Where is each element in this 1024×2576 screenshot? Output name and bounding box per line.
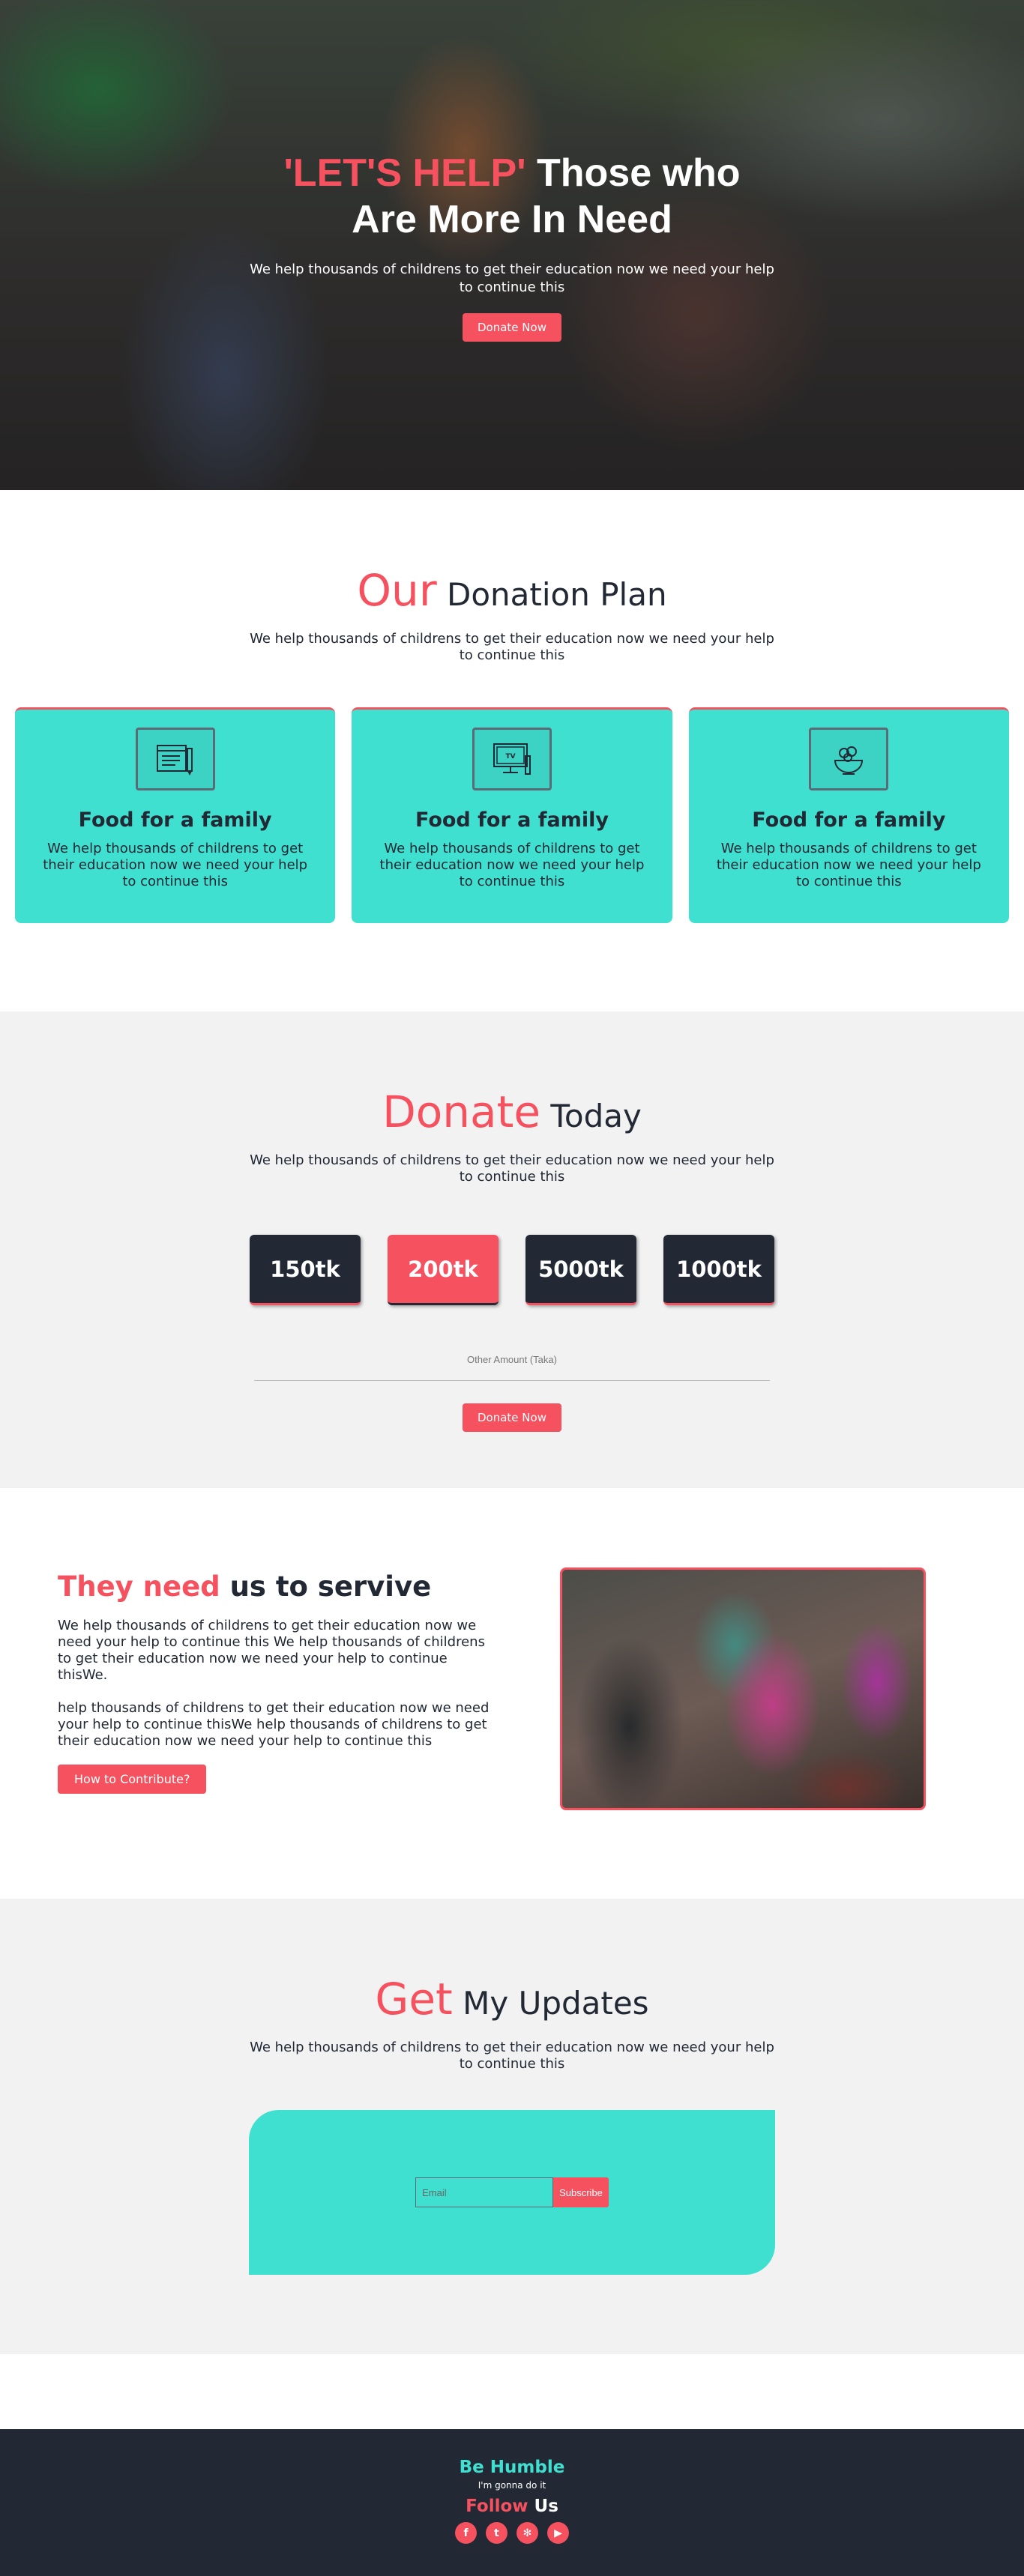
survive-title: They need us to servive [58, 1570, 500, 1603]
plan-card[interactable]: Food for a family We help thousands of c… [688, 707, 1009, 923]
card-text: We help thousands of childrens to get th… [43, 841, 308, 889]
section-title-accent: Our [357, 565, 437, 616]
amount-option[interactable]: 1000tk [663, 1235, 774, 1305]
plan-cards: Food for a family We help thousands of c… [0, 707, 1024, 923]
card-title: Food for a family [415, 808, 609, 832]
section-title-accent: Donate [382, 1086, 541, 1137]
other-amount-label: Other Amount (Taka) [467, 1354, 557, 1365]
email-field[interactable] [415, 2177, 554, 2207]
section-subtitle: We help thousands of childrens to get th… [250, 2040, 774, 2072]
other-amount-input[interactable] [254, 1369, 770, 1381]
section-title-rest: My Updates [452, 1985, 649, 2022]
spacer [0, 2354, 1024, 2429]
plan-card[interactable]: Food for a family We help thousands of c… [15, 707, 336, 923]
hero-title-accent: 'LET'S HELP' [283, 151, 526, 195]
footer: Be Humble I'm gonna do it Follow Us f t … [0, 2429, 1024, 2576]
yelp-icon[interactable]: ✻ [516, 2522, 538, 2544]
donate-today-section: Donate Today We help thousands of childr… [0, 1012, 1024, 1488]
card-text: We help thousands of childrens to get th… [379, 841, 645, 889]
follow-rest: Us [528, 2497, 558, 2516]
section-title-rest: Today [540, 1098, 642, 1134]
hero-title: 'LET'S HELP' Those who Are More In Need [0, 150, 1024, 243]
amount-option[interactable]: 150tk [250, 1235, 361, 1305]
section-subtitle: We help thousands of childrens to get th… [250, 631, 774, 663]
survive-paragraph: help thousands of childrens to get their… [58, 1700, 490, 1749]
survive-title-accent: They need [58, 1570, 220, 1603]
how-to-contribute-button[interactable]: How to Contribute? [58, 1765, 207, 1794]
section-title: Get My Updates [0, 1974, 1024, 2025]
plan-card[interactable]: TV Food for a family We help thousands o… [352, 707, 672, 923]
survive-section: They need us to servive We help thousand… [0, 1488, 1024, 1899]
hero-content: 'LET'S HELP' Those who Are More In Need … [0, 150, 1024, 342]
donate-now-button[interactable]: Donate Now [463, 1403, 561, 1432]
hero-title-rest: Those who [525, 151, 741, 195]
youtube-icon[interactable]: ▶ [547, 2522, 569, 2544]
tv-icon-label: TV [505, 753, 515, 761]
card-text: We help thousands of childrens to get th… [716, 841, 981, 889]
footer-follow-heading: Follow Us [0, 2497, 1024, 2516]
people-photo [560, 1567, 926, 1810]
tv-icon: TV [472, 728, 552, 790]
amount-option[interactable]: 5000tk [525, 1235, 636, 1305]
social-links: f t ✻ ▶ [0, 2522, 1024, 2544]
document-pencil-icon [135, 728, 215, 790]
section-title: Our Donation Plan [0, 565, 1024, 616]
section-title: Donate Today [0, 1086, 1024, 1137]
hero-section: 'LET'S HELP' Those who Are More In Need … [0, 0, 1024, 490]
amount-option-selected[interactable]: 200tk [388, 1235, 499, 1305]
footer-tagline: I'm gonna do it [478, 2480, 546, 2491]
section-title-accent: Get [375, 1974, 453, 2025]
updates-section: Get My Updates We help thousands of chil… [0, 1899, 1024, 2354]
survive-paragraph: We help thousands of childrens to get th… [58, 1618, 485, 1683]
card-title: Food for a family [752, 808, 946, 832]
hero-subtitle: We help thousands of childrens to get th… [250, 261, 774, 295]
follow-accent: Follow [466, 2497, 528, 2516]
other-amount-group: Other Amount (Taka) [254, 1352, 770, 1381]
facebook-icon[interactable]: f [455, 2522, 477, 2544]
twitter-icon[interactable]: t [486, 2522, 508, 2544]
footer-brand: Be Humble [459, 2458, 565, 2477]
amount-options: 150tk 200tk 5000tk 1000tk [0, 1235, 1024, 1305]
food-bowl-icon [809, 728, 889, 790]
section-subtitle: We help thousands of childrens to get th… [250, 1152, 774, 1185]
subscribe-box: Subscribe [249, 2110, 775, 2275]
survive-text: They need us to servive We help thousand… [58, 1570, 500, 1794]
survive-title-rest: us to servive [220, 1570, 432, 1603]
card-title: Food for a family [78, 808, 272, 832]
hero-title-line2: Are More In Need [352, 198, 672, 241]
donation-plan-section: Our Donation Plan We help thousands of c… [0, 490, 1024, 1012]
hero-donate-button[interactable]: Donate Now [463, 313, 561, 342]
subscribe-button[interactable]: Subscribe [553, 2177, 609, 2207]
section-title-rest: Donation Plan [436, 576, 667, 613]
